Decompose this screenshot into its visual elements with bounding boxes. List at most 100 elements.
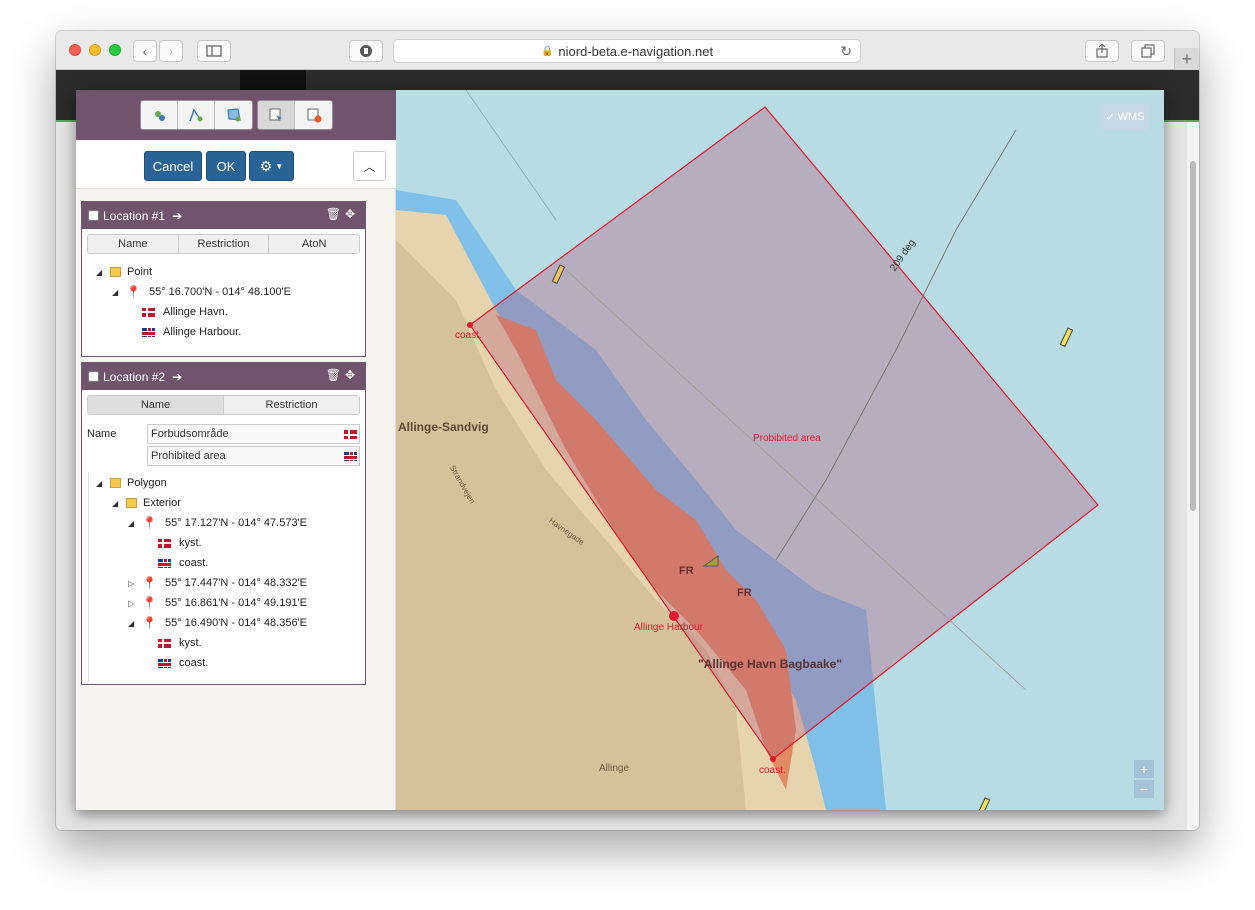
expanded-triangle-icon[interactable]: ◢ — [112, 499, 126, 508]
forward-button[interactable]: › — [159, 40, 183, 62]
tab-restriction[interactable]: Restriction — [178, 235, 270, 253]
draw-point-tool[interactable] — [141, 101, 178, 129]
name-label: Allinge Havn. — [163, 306, 228, 318]
folder-icon — [110, 478, 121, 488]
tree-node-exterior[interactable]: ◢ Exterior — [112, 495, 181, 511]
zoom-out-button[interactable]: − — [1134, 780, 1154, 798]
danish-flag-icon — [142, 307, 155, 317]
sidebar-icon — [206, 45, 222, 57]
map-marker-icon: 📍 — [142, 596, 157, 610]
location-checkbox[interactable] — [88, 210, 99, 221]
privacy-button[interactable] — [349, 40, 383, 62]
harbour-point — [669, 611, 679, 621]
map-label-bagbaake: "Allinge Havn Bagbaake" — [698, 657, 843, 671]
map-layer — [396, 90, 1099, 810]
tab-restriction[interactable]: Restriction — [224, 396, 359, 414]
name-label: kyst. — [179, 637, 202, 649]
tree-node-coordinate[interactable]: ◢ 📍 55° 17.127'N - 014° 47.573'E — [128, 515, 307, 531]
zoom-window-button[interactable] — [109, 44, 121, 56]
location-panel-1: Location #1 ➔ 🗑✥ Name Restriction AtoN ◢… — [81, 201, 366, 357]
tree-node-polygon[interactable]: ◢ Polygon — [96, 475, 167, 491]
settings-dropdown-button[interactable]: ⚙ ▼ — [249, 151, 294, 181]
minimize-window-button[interactable] — [89, 44, 101, 56]
coast-point-top — [467, 322, 473, 328]
name-field-label: Name — [87, 428, 117, 440]
coast-point-bottom — [770, 756, 776, 762]
cancel-button[interactable]: Cancel — [144, 151, 202, 181]
remove-feature-tool[interactable] — [295, 101, 332, 129]
folder-icon — [126, 498, 137, 508]
wms-toggle[interactable]: ✓ WMS — [1100, 104, 1150, 130]
draw-line-icon — [189, 108, 203, 122]
map-canvas[interactable]: coast. coast. Probibited area Allinge Ha… — [396, 90, 1164, 810]
location-checkbox[interactable] — [88, 371, 99, 382]
expanded-triangle-icon[interactable]: ◢ — [128, 619, 142, 628]
tab-name[interactable]: Name — [88, 396, 224, 414]
page-scrollbar-thumb[interactable] — [1190, 161, 1196, 511]
draw-polygon-tool[interactable] — [215, 101, 252, 129]
url-text: niord-beta.e-navigation.net — [558, 43, 714, 59]
location-title: Location #1 — [103, 208, 166, 223]
draw-tools-group — [140, 100, 253, 130]
reload-icon[interactable]: ↻ — [840, 43, 852, 60]
trash-icon[interactable]: 🗑 — [326, 207, 345, 221]
tree-node-coordinate[interactable]: ▷ 📍 55° 17.447'N - 014° 48.332'E — [128, 575, 307, 591]
coordinate-label: 55° 17.127'N - 014° 47.573'E — [164, 517, 307, 529]
map-label-town: Allinge-Sandvig — [398, 420, 489, 434]
location-tabs: Name Restriction AtoN — [87, 234, 360, 254]
tree-node-coordinate[interactable]: ◢ 📍 55° 16.490'N - 014° 48.356'E — [128, 615, 307, 631]
trash-icon[interactable]: 🗑 — [326, 368, 345, 382]
wms-label: WMS — [1117, 111, 1145, 123]
arrow-right-icon[interactable]: ➔ — [172, 370, 182, 384]
coordinate-label: 55° 16.490'N - 014° 48.356'E — [164, 617, 307, 629]
back-button[interactable]: ‹ — [133, 40, 157, 62]
map-label-allinge: Allinge — [599, 763, 630, 774]
new-tab-button[interactable]: + — [1174, 48, 1199, 70]
tree-guide-line — [88, 472, 89, 682]
tree-node-coordinate[interactable]: ◢ 📍 55° 16.700'N - 014° 48.100'E — [112, 284, 291, 300]
tabs-overview-button[interactable] — [1131, 40, 1165, 62]
tab-aton[interactable]: AtoN — [269, 235, 359, 253]
share-button[interactable] — [1085, 40, 1119, 62]
remove-feature-icon — [307, 108, 321, 123]
arrow-right-icon[interactable]: ➔ — [172, 209, 182, 223]
name-field-da[interactable]: Forbudsområde — [147, 424, 360, 444]
tab-name[interactable]: Name — [88, 235, 179, 253]
select-feature-tool[interactable] — [258, 101, 295, 129]
chart-line — [465, 90, 557, 221]
location-tabs: Name Restriction — [87, 395, 360, 415]
collapsed-triangle-icon[interactable]: ▷ — [128, 579, 142, 588]
name-label: coast. — [179, 657, 209, 669]
map-marker-icon: 📍 — [142, 576, 157, 590]
tree-node-name-da: Allinge Havn. — [142, 304, 228, 320]
ok-button[interactable]: OK — [206, 151, 246, 181]
address-bar[interactable]: 🔒 niord-beta.e-navigation.net ↻ — [393, 39, 861, 63]
tree-node-name-en: Allinge Harbour. — [142, 324, 241, 340]
sidebar-toggle-button[interactable] — [197, 40, 231, 62]
select-icon — [269, 108, 282, 122]
folder-icon — [110, 267, 121, 277]
zoom-in-button[interactable]: + — [1134, 760, 1154, 778]
name-label: Allinge Harbour. — [163, 326, 242, 338]
expanded-triangle-icon[interactable]: ◢ — [112, 288, 126, 297]
move-icon[interactable]: ✥ — [345, 207, 359, 221]
share-icon — [1096, 44, 1108, 58]
collapsed-triangle-icon[interactable]: ▷ — [128, 599, 142, 608]
expanded-triangle-icon[interactable]: ◢ — [96, 479, 110, 488]
close-window-button[interactable] — [69, 44, 81, 56]
uk-flag-icon — [142, 327, 155, 337]
location-panel-2: Location #2 ➔ 🗑✥ Name Restriction Name F… — [81, 362, 366, 685]
tree-node-point[interactable]: ◢ Point — [96, 264, 152, 280]
map-label-top-coast: coast. — [455, 330, 482, 341]
expanded-triangle-icon[interactable]: ◢ — [128, 519, 142, 528]
check-icon: ✓ — [1105, 111, 1115, 124]
coordinate-label: 55° 16.700'N - 014° 48.100'E — [148, 286, 291, 298]
name-field-en[interactable]: Prohibited area — [147, 446, 360, 466]
collapse-button[interactable]: ︿ — [353, 151, 386, 181]
draw-line-tool[interactable] — [178, 101, 215, 129]
tree-label: Point — [127, 266, 153, 278]
tree-node-coordinate[interactable]: ▷ 📍 55° 16.861'N - 014° 49.191'E — [128, 595, 307, 611]
expanded-triangle-icon[interactable]: ◢ — [96, 268, 110, 277]
location-panel-header: Location #2 ➔ 🗑✥ — [82, 363, 365, 390]
move-icon[interactable]: ✥ — [345, 368, 359, 382]
